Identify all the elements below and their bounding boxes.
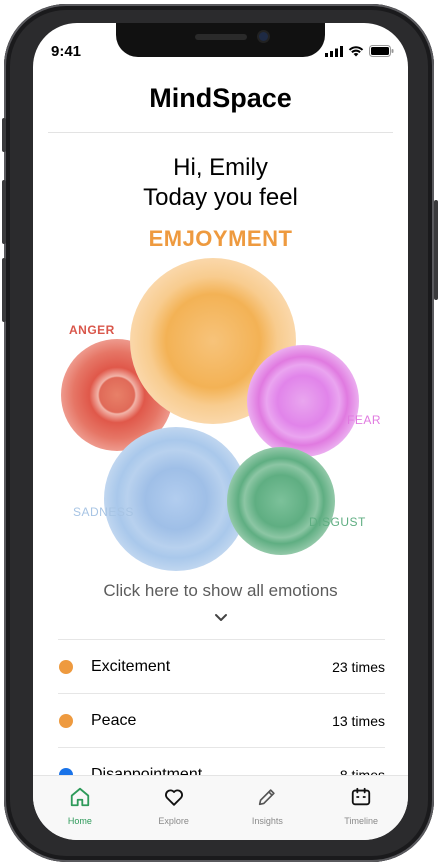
disgust-label: DISGUST bbox=[309, 515, 366, 529]
list-item[interactable]: Peace 13 times bbox=[58, 693, 385, 747]
volume-down-button bbox=[2, 258, 6, 322]
tab-bar: Home Explore Insights Timeline bbox=[33, 775, 408, 840]
list-item-label: Peace bbox=[91, 711, 137, 729]
tab-home-label: Home bbox=[67, 816, 92, 826]
app-title: MindSpace bbox=[149, 83, 292, 113]
today-emotion: EMJOYMENT bbox=[148, 226, 293, 251]
list-item-count: 23 times bbox=[332, 658, 385, 675]
screen: 9:41 MindSpace Hi, Emily Today you feel … bbox=[33, 23, 408, 840]
fear-bubble[interactable] bbox=[247, 345, 359, 457]
speaker bbox=[195, 34, 247, 40]
show-all-emotions-link[interactable]: Click here to show all emotions bbox=[33, 581, 408, 601]
fear-label: FEAR bbox=[347, 413, 382, 427]
status-time: 9:41 bbox=[51, 43, 82, 60]
tab-explore[interactable]: Explore bbox=[139, 776, 209, 840]
chevron-down-icon[interactable] bbox=[214, 613, 228, 623]
emotion-dot bbox=[59, 713, 73, 728]
greeting-line-1: Hi, Emily bbox=[173, 154, 268, 181]
mute-switch bbox=[2, 118, 6, 152]
emotion-bubbles: ANGER FEAR SADNESS DISGUST bbox=[33, 253, 408, 573]
calendar-icon bbox=[351, 787, 371, 806]
signal-icon bbox=[325, 45, 343, 57]
emotion-dot bbox=[59, 659, 73, 674]
status-icons bbox=[325, 45, 394, 57]
camera bbox=[259, 32, 268, 41]
header-divider bbox=[48, 132, 393, 133]
sadness-label: SADNESS bbox=[73, 505, 134, 519]
heart-icon bbox=[164, 789, 183, 806]
list-item[interactable]: Excitement 23 times bbox=[58, 639, 385, 693]
volume-up-button bbox=[2, 180, 6, 244]
tab-timeline-label: Timeline bbox=[344, 816, 378, 826]
home-icon bbox=[70, 787, 90, 807]
pencil-icon bbox=[259, 789, 276, 806]
greeting: Hi, Emily Today you feel bbox=[33, 153, 408, 213]
power-button bbox=[434, 200, 438, 300]
tab-home[interactable]: Home bbox=[45, 776, 115, 840]
greeting-line-2: Today you feel bbox=[143, 184, 298, 211]
battery-icon bbox=[369, 45, 394, 57]
tab-explore-label: Explore bbox=[158, 816, 189, 826]
notch bbox=[116, 23, 325, 57]
wifi-icon bbox=[348, 45, 364, 56]
tab-insights-label: Insights bbox=[251, 816, 283, 826]
tab-timeline[interactable]: Timeline bbox=[326, 776, 396, 840]
disgust-bubble[interactable] bbox=[227, 447, 335, 555]
list-item-label: Excitement bbox=[91, 657, 171, 675]
list-item-count: 13 times bbox=[332, 712, 385, 729]
tab-insights[interactable]: Insights bbox=[232, 776, 302, 840]
anger-label: ANGER bbox=[69, 323, 115, 337]
